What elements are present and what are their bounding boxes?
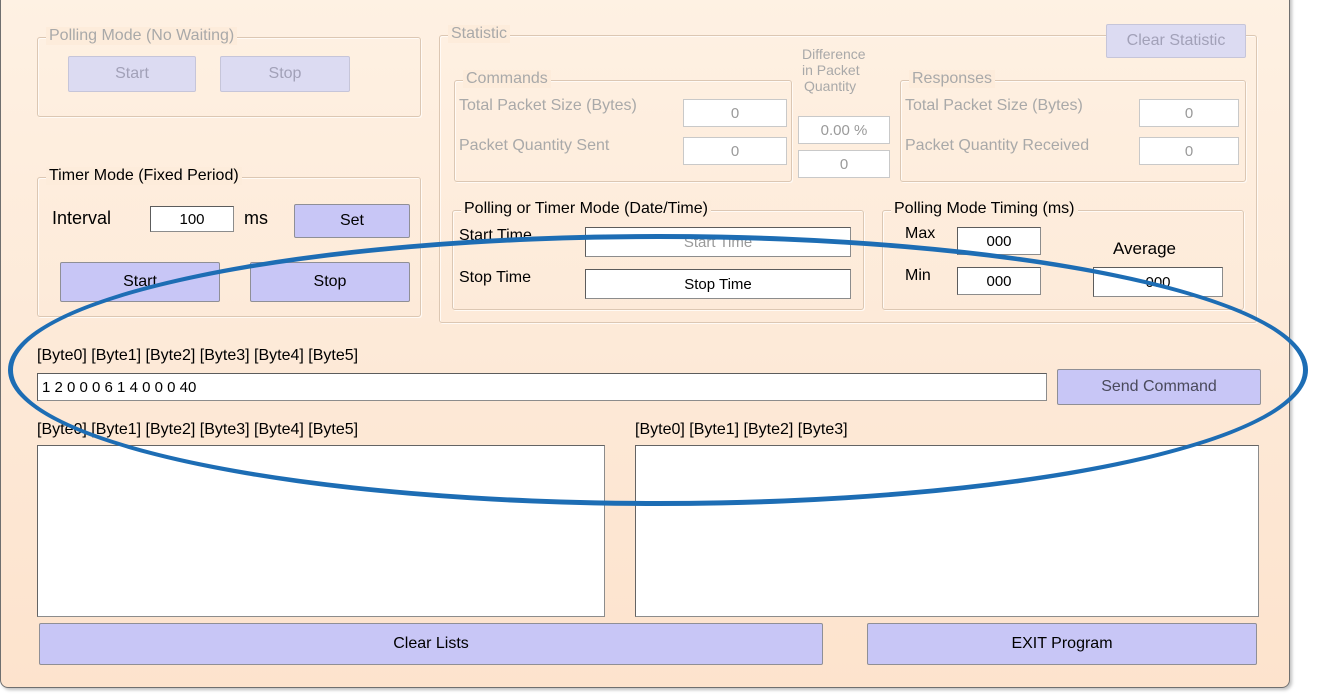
- commands-legend: Commands: [463, 70, 551, 88]
- difference-label-line3: Quantity: [804, 78, 857, 94]
- command-byte-header: [Byte0] [Byte1] [Byte2] [Byte3] [Byte4] …: [37, 347, 359, 364]
- responses-quantity-field: 0: [1139, 137, 1239, 165]
- stop-time-label: Stop Time: [459, 269, 532, 286]
- responses-quantity-label: Packet Quantity Received: [905, 137, 1090, 154]
- commands-quantity-field: 0: [683, 137, 787, 165]
- interval-input[interactable]: 100: [150, 206, 234, 232]
- difference-count-field: 0: [798, 150, 890, 178]
- received-list[interactable]: [635, 445, 1259, 617]
- start-time-label: Start Time: [459, 227, 532, 244]
- responses-total-size-field: 0: [1139, 99, 1239, 127]
- app-window: Polling Mode (No Waiting) Start Stop Tim…: [0, 0, 1290, 688]
- timing-min-field: 000: [957, 267, 1041, 295]
- commands-quantity-label: Packet Quantity Sent: [459, 137, 610, 154]
- polling-stop-button[interactable]: Stop: [220, 56, 350, 92]
- interval-label: Interval: [52, 208, 112, 228]
- stop-time-field: Stop Time: [585, 269, 851, 299]
- timer-stop-button[interactable]: Stop: [250, 262, 410, 302]
- timing-legend: Polling Mode Timing (ms): [891, 200, 1078, 218]
- polling-mode-group: Polling Mode (No Waiting) Start Stop: [37, 27, 421, 117]
- statistic-legend: Statistic: [448, 25, 511, 43]
- sent-list-header: [Byte0] [Byte1] [Byte2] [Byte3] [Byte4] …: [37, 421, 359, 438]
- timer-start-button[interactable]: Start: [60, 262, 220, 302]
- timing-average-label: Average: [1113, 239, 1177, 258]
- polling-mode-legend: Polling Mode (No Waiting): [46, 27, 238, 45]
- timing-max-label: Max: [905, 225, 936, 242]
- clear-lists-button[interactable]: Clear Lists: [39, 623, 823, 665]
- clear-statistic-button[interactable]: Clear Statistic: [1106, 24, 1246, 58]
- polling-start-button[interactable]: Start: [68, 56, 196, 92]
- timing-average-field: 000: [1093, 267, 1223, 297]
- exit-program-button[interactable]: EXIT Program: [867, 623, 1257, 665]
- received-list-header: [Byte0] [Byte1] [Byte2] [Byte3]: [635, 421, 848, 438]
- start-time-field: Start Time: [585, 227, 851, 257]
- responses-legend: Responses: [909, 70, 996, 88]
- command-input[interactable]: 1 2 0 0 0 6 1 4 0 0 0 40: [37, 373, 1047, 401]
- timer-mode-legend: Timer Mode (Fixed Period): [46, 167, 242, 185]
- difference-label-line1: Difference: [802, 46, 866, 62]
- commands-total-size-field: 0: [683, 99, 787, 127]
- date-time-legend: Polling or Timer Mode (Date/Time): [461, 200, 711, 218]
- timing-max-field: 000: [957, 227, 1041, 255]
- responses-total-size-label: Total Packet Size (Bytes): [905, 97, 1083, 114]
- sent-list[interactable]: [37, 445, 605, 617]
- timer-set-button[interactable]: Set: [294, 204, 410, 238]
- timer-mode-group: Timer Mode (Fixed Period) Interval 100 m…: [37, 167, 421, 317]
- timing-min-label: Min: [905, 267, 931, 284]
- date-time-group: Polling or Timer Mode (Date/Time) Start …: [452, 200, 864, 310]
- commands-group: Commands Total Packet Size (Bytes) 0 Pac…: [454, 70, 792, 182]
- responses-group: Responses Total Packet Size (Bytes) 0 Pa…: [900, 70, 1246, 182]
- difference-percent-field: 0.00 %: [798, 116, 890, 144]
- timing-group: Polling Mode Timing (ms) Max 000 Min 000…: [882, 200, 1244, 310]
- interval-unit-label: ms: [244, 208, 268, 228]
- send-command-button[interactable]: Send Command: [1057, 369, 1261, 405]
- statistic-group: Statistic Clear Statistic Commands Total…: [439, 24, 1257, 323]
- commands-total-size-label: Total Packet Size (Bytes): [459, 97, 637, 114]
- difference-label-line2: in Packet: [802, 62, 860, 78]
